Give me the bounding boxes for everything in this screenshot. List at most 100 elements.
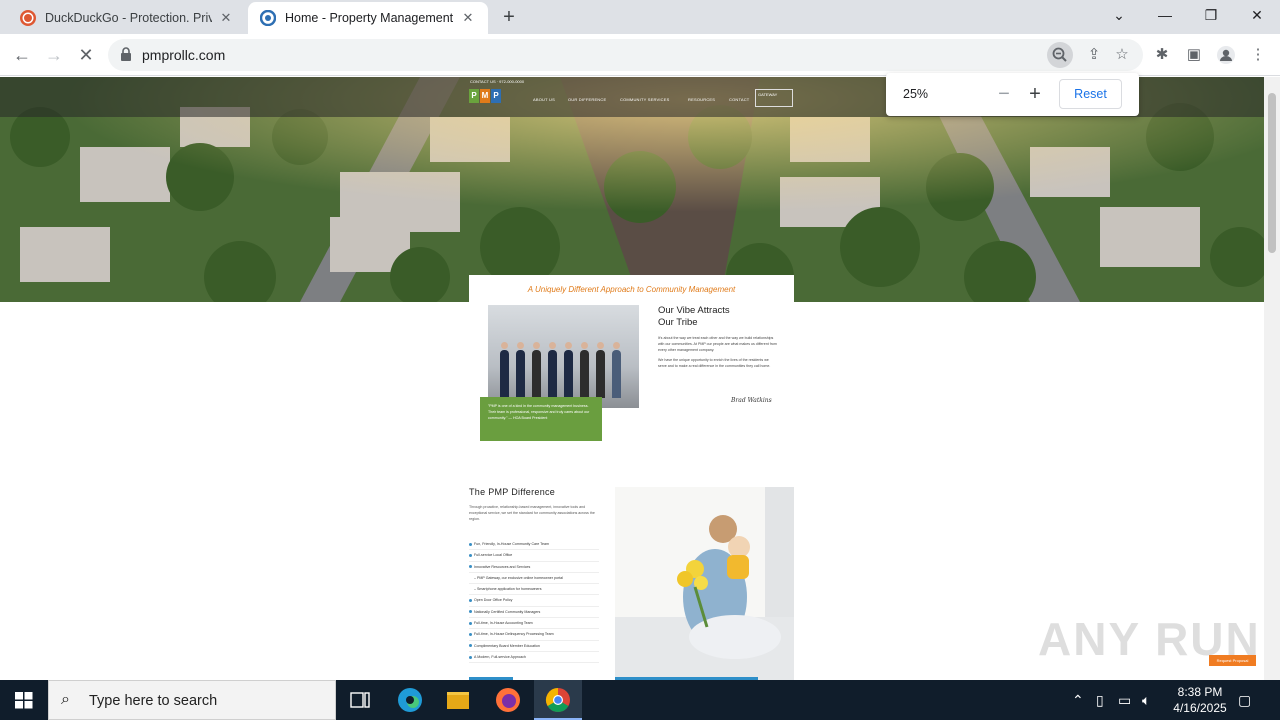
show-hidden-icons-icon[interactable]: ⌃ [1072, 692, 1084, 709]
bullet-icon [469, 542, 472, 546]
nav-resources[interactable]: RESOURCES [688, 97, 715, 102]
mother-child-photo [615, 487, 794, 680]
volume-icon[interactable]: 🔈︎ [1142, 692, 1150, 709]
difference-item-text: Nationally Certified Community Managers [474, 609, 541, 614]
difference-item-text: Innovative Resources and Services [474, 564, 531, 569]
difference-item-text: A Modern, Full-service Approach [474, 654, 526, 659]
network-icon[interactable]: ▭ [1118, 692, 1131, 709]
difference-list-item: – Smartphone application for homeowners [469, 584, 599, 596]
windows-logo-icon [15, 692, 33, 709]
tab-duckduckgo[interactable]: DuckDuckGo - Protection. Privac ✕ [8, 2, 246, 34]
start-button[interactable] [0, 680, 48, 720]
browser-toolbar: ← → ✕ pmprollc.com ⇪ ☆ ✱ ▣ ⋮ [0, 34, 1280, 76]
nav-contact[interactable]: CONTACT [729, 97, 749, 102]
bullet-icon [469, 655, 472, 659]
tab-close-icon[interactable]: ✕ [460, 10, 476, 26]
logo-letter: P [491, 89, 501, 103]
search-placeholder: Type here to search [89, 693, 218, 709]
tab-close-icon[interactable]: ✕ [218, 10, 234, 26]
vibe-paragraph: It's about the way we treat each other a… [658, 336, 777, 352]
difference-list-item: Open Door Office Policy [469, 595, 599, 607]
tab-property-management[interactable]: Home - Property Management I ✕ [248, 2, 488, 34]
signature: Brad Watkins [731, 397, 772, 404]
zoom-icon[interactable] [1047, 42, 1073, 68]
chrome-icon[interactable] [534, 680, 582, 720]
vibe-paragraph: We have the unique opportunity to enrich… [658, 358, 771, 368]
difference-item-text: Full-time, In-House Accounting Team [474, 621, 533, 626]
difference-list-item: Innovative Resources and Services [469, 562, 599, 573]
lock-icon [121, 47, 131, 61]
system-clock[interactable]: 8:38 PM 4/16/2025 [1160, 684, 1240, 716]
tab-title: DuckDuckGo - Protection. Privac [45, 11, 212, 25]
bullet-icon [469, 565, 472, 569]
bookmark-star-icon[interactable]: ☆ [1113, 46, 1131, 64]
difference-list-item: Complimentary Board Member Education [469, 641, 599, 652]
profile-icon[interactable] [1216, 45, 1236, 65]
difference-intro: Through proactive, relationship-based ma… [469, 505, 595, 521]
nav-services[interactable]: COMMUNITY SERVICES [620, 97, 669, 102]
taskbar-search-box[interactable]: ⌕ Type here to search [48, 680, 336, 720]
nav-difference[interactable]: OUR DIFFERENCE [568, 97, 606, 102]
device-icon[interactable]: ▯ [1096, 692, 1104, 709]
vibe-heading-line: Our Tribe [658, 317, 698, 328]
url-text[interactable]: pmprollc.com [142, 47, 225, 63]
difference-list-item: A Modern, Full-service Approach [469, 652, 599, 664]
duckduckgo-icon [20, 10, 36, 26]
bullet-icon [469, 621, 472, 625]
page-scrollbar[interactable] [1264, 77, 1280, 680]
vibe-heading-line: Our Vibe Attracts [658, 305, 730, 316]
difference-list-item: Nationally Certified Community Managers [469, 607, 599, 619]
zoom-popup: 25% − + Reset [886, 73, 1139, 116]
minimize-button[interactable]: — [1142, 0, 1188, 30]
difference-item-text: PMP Gateway, our exclusive online homeow… [477, 575, 563, 580]
gateway-login-button[interactable]: GATEWAY [755, 89, 793, 107]
team-photo [488, 305, 639, 408]
difference-item-text: Smartphone application for homeowners [477, 587, 542, 592]
back-button[interactable]: ← [10, 43, 34, 67]
difference-item-text: Full-time, In-House Delinquency Processi… [474, 632, 554, 637]
vibe-heading: Our Vibe Attracts Our Tribe [658, 305, 730, 329]
close-window-button[interactable]: ✕ [1234, 0, 1280, 30]
new-tab-button[interactable]: + [498, 6, 520, 28]
difference-heading: The PMP Difference [469, 487, 556, 497]
firefox-icon[interactable] [484, 680, 532, 720]
windows-taskbar: ⌕ Type here to search ⌃ ▯ ▭ 🔈︎ 8:38 PM 4… [0, 680, 1280, 720]
clock-date: 4/16/2025 [1173, 701, 1227, 715]
extensions-icon[interactable]: ✱ [1152, 45, 1172, 65]
zoom-in-button[interactable]: + [1025, 81, 1045, 107]
task-view-icon[interactable] [336, 680, 384, 720]
vibe-card: A Uniquely Different Approach to Communi… [469, 275, 794, 445]
difference-item-text: Complimentary Board Member Education [474, 643, 540, 648]
difference-list-item: Full-time, In-House Delinquency Processi… [469, 629, 599, 641]
tab-strip: DuckDuckGo - Protection. Privac ✕ Home -… [0, 0, 1280, 34]
restore-button[interactable]: ❐ [1188, 0, 1234, 30]
edge-icon[interactable] [386, 680, 434, 720]
zoom-level: 25% [903, 87, 929, 101]
difference-list-item: Fun, Friendly, In-House Community Care T… [469, 539, 599, 551]
difference-list-item: Full-service Local Office [469, 550, 599, 562]
difference-list-item: Full-time, In-House Accounting Team [469, 618, 599, 630]
zoom-out-button[interactable]: − [994, 81, 1014, 107]
scrollbar-thumb[interactable] [1268, 93, 1276, 253]
tab-search-icon[interactable]: ⌄ [1096, 0, 1142, 30]
file-explorer-icon[interactable] [434, 680, 482, 720]
anyrun-watermark: ANY RUN [1038, 613, 1261, 665]
web-page: CONTACT US · 972-000-0000 P M P ABOUT US… [0, 77, 1264, 680]
search-icon: ⌕ [61, 691, 70, 708]
vibe-body: It's about the way we treat each other a… [658, 335, 778, 369]
zoom-reset-button[interactable]: Reset [1059, 79, 1122, 109]
bullet-icon [469, 553, 472, 557]
address-bar[interactable]: pmprollc.com ⇪ ☆ [108, 39, 1143, 71]
pmp-logo[interactable]: P M P [469, 89, 517, 107]
menu-icon[interactable]: ⋮ [1248, 45, 1268, 65]
notifications-icon[interactable]: ▢ [1238, 692, 1251, 709]
header-contact-line: CONTACT US · 972-000-0000 [470, 79, 525, 84]
share-icon[interactable]: ⇪ [1085, 46, 1103, 64]
tab-title: Home - Property Management I [285, 11, 454, 25]
stop-loading-button[interactable]: ✕ [74, 43, 98, 67]
logo-letter: P [469, 89, 479, 103]
tagline: A Uniquely Different Approach to Communi… [527, 285, 736, 294]
nav-about[interactable]: ABOUT US [533, 97, 555, 102]
forward-button[interactable]: → [42, 43, 66, 67]
side-panel-icon[interactable]: ▣ [1184, 45, 1204, 65]
